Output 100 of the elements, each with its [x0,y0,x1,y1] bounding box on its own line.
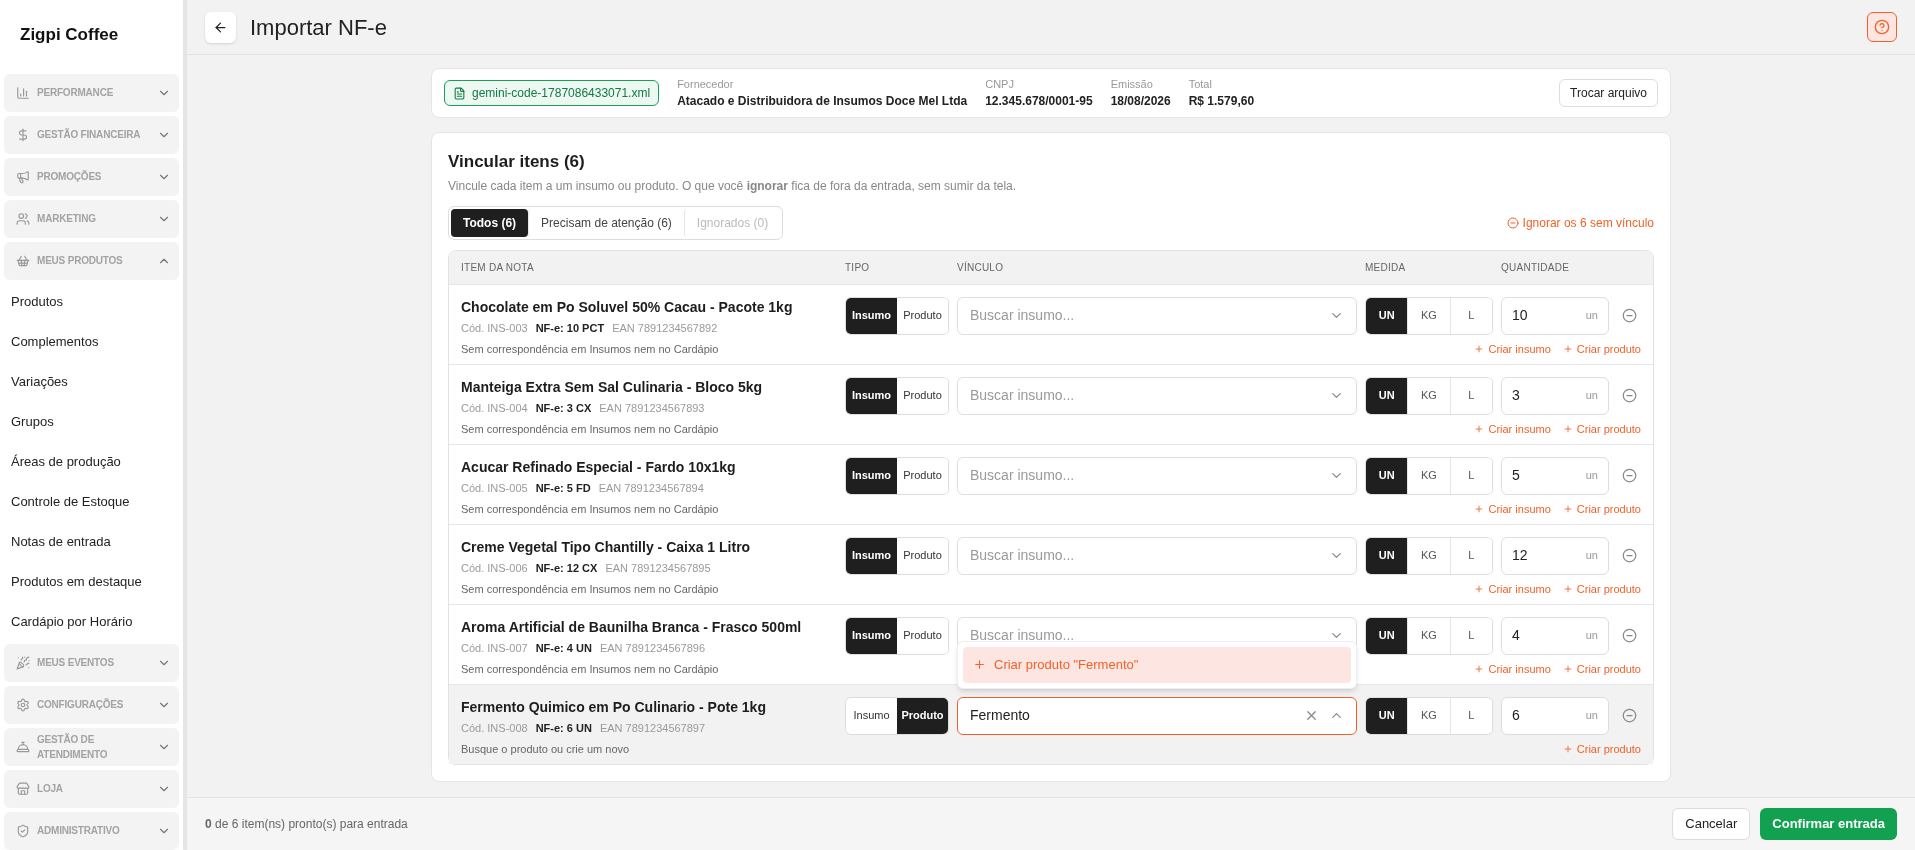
nfe-quantity: NF-e: 6 UN [535,720,592,736]
unit-option[interactable]: KG [1407,697,1450,734]
nfe-quantity: NF-e: 3 CX [535,400,592,416]
unit-option[interactable]: UN [1366,697,1408,734]
ean-code: EAN 7891234567895 [605,560,711,576]
quantity-field[interactable]: 4 un [1501,616,1609,655]
unit-suffix: un [1585,308,1598,324]
plus-icon [1562,584,1573,595]
item-name: Chocolate em Po Soluvel 50% Cacau - Pacote 1kg [461,297,794,317]
quantity-field[interactable]: 12 un [1501,536,1609,575]
field-value: R$ 1.579,60 [1188,93,1255,111]
sidebar-item[interactable]: Produtos em destaque [4,563,179,600]
field-label: Total [1188,76,1213,92]
unit-option[interactable]: UN [1366,617,1408,654]
item-note: Sem correspondência em Insumos nem no Cardápio [461,502,720,517]
column-header: VÍNCULO [957,260,1005,275]
remove-icon[interactable] [1621,628,1637,644]
nfe-quantity: NF-e: 12 CX [535,560,598,576]
nfe-quantity: NF-e: 5 FD [535,480,591,496]
ean-code: EAN 7891234567894 [598,480,704,496]
ean-code: EAN 7891234567893 [599,400,705,416]
field-value: 18/08/2026 [1110,93,1171,111]
quantity-field[interactable]: 6 un [1501,696,1609,735]
item-name: Creme Vegetal Tipo Chantilly - Caixa 1 Litro [461,537,752,557]
type-option[interactable]: Insumo [846,697,897,734]
sidebar-item[interactable]: Áreas de produção [4,443,179,480]
remove-icon[interactable] [1621,548,1637,564]
plus-icon [1562,344,1573,355]
type-option[interactable]: Insumo [846,537,897,574]
unit-suffix: un [1585,708,1598,724]
remove-icon[interactable] [1621,388,1637,404]
item-code: Cód. INS-005 [461,480,528,496]
field-label: Fornecedor [677,76,735,92]
unit-suffix: un [1585,628,1598,644]
change-file-button[interactable]: Trocar arquivo [1559,79,1658,107]
unit-option[interactable]: L [1449,377,1492,414]
plus-icon [1474,504,1485,515]
type-option[interactable]: Produto [897,697,948,734]
plus-icon [973,658,986,672]
section-icon [16,253,30,268]
type-option[interactable]: Insumo [846,377,897,414]
type-option[interactable]: Insumo [846,617,897,654]
item-note: Sem correspondência em Insumos nem no Cardápio [461,582,720,597]
back-button[interactable] [205,11,236,43]
ean-code: EAN 7891234567896 [599,640,706,656]
brand-name: Zigpi Coffee [19,24,120,46]
plus-icon [1474,664,1485,675]
sidebar-item[interactable]: Grupos [4,403,179,440]
file-icon [453,86,466,100]
sidebar-item[interactable]: Cardápio por Horário [4,603,179,640]
type-option[interactable]: Insumo [846,297,897,334]
unit-option[interactable]: UN [1366,377,1408,414]
section-icon [16,169,30,184]
plus-icon [1562,504,1573,515]
filter-tab[interactable]: Todos (6) [451,208,529,237]
unit-option[interactable]: UN [1366,537,1408,574]
section-icon [16,781,30,796]
plus-icon [1474,584,1485,595]
remove-icon[interactable] [1621,708,1637,724]
field-value: 12.345.678/0001-95 [985,93,1093,111]
item-name: Aroma Artificial de Baunilha Branca - Frasco 500ml [461,617,803,637]
remove-icon[interactable] [1621,308,1637,324]
unit-option[interactable]: L [1449,457,1492,494]
section-icon [16,697,30,712]
type-option[interactable]: Insumo [846,457,897,494]
unit-option[interactable]: L [1449,537,1492,574]
field-label: Emissão [1110,76,1154,92]
cancel-button[interactable]: Cancelar [1672,808,1751,840]
unit-option[interactable]: L [1449,617,1492,654]
item-code: Cód. INS-006 [461,560,528,576]
sidebar-item[interactable]: Variações [4,363,179,400]
unit-option[interactable]: L [1449,297,1492,334]
unit-option[interactable]: L [1449,697,1492,734]
search-select[interactable]: Fermento [957,696,1357,735]
plus-icon [1562,744,1573,755]
help-button[interactable] [1867,12,1897,42]
sidebar-item[interactable]: Produtos [4,283,179,320]
section-icon [16,739,30,754]
unit-option[interactable]: UN [1366,297,1408,334]
plus-icon [1474,424,1485,435]
plus-icon [1562,424,1573,435]
section-icon [16,655,30,670]
remove-icon[interactable] [1621,468,1637,484]
sidebar-item[interactable]: Notas de entrada [4,523,179,560]
quantity-field[interactable]: 5 un [1501,456,1609,495]
item-note: Sem correspondência em Insumos nem no Cardápio [461,422,720,437]
nfe-quantity: NF-e: 4 UN [535,640,592,656]
quantity-field[interactable]: 3 un [1501,376,1609,415]
clear-icon[interactable] [1304,708,1319,723]
quantity-field[interactable]: 10 un [1501,296,1609,335]
section-icon [16,823,30,838]
section-icon [16,211,30,226]
minus-circle-icon [1506,216,1519,229]
sidebar-item[interactable]: Controle de Estoque [4,483,179,520]
item-code: Cód. INS-004 [461,400,528,416]
sidebar-item[interactable]: Complementos [4,323,179,360]
item-code: Cód. INS-008 [461,720,528,736]
unit-option[interactable]: UN [1366,457,1408,494]
card-subtitle: Vincule cada item a um insumo ou produto. O que você ignorar fica de fora da entrada, sem sumir da tela. [448,177,1018,195]
filter-tab[interactable]: Precisam de atenção (6) [528,208,684,237]
